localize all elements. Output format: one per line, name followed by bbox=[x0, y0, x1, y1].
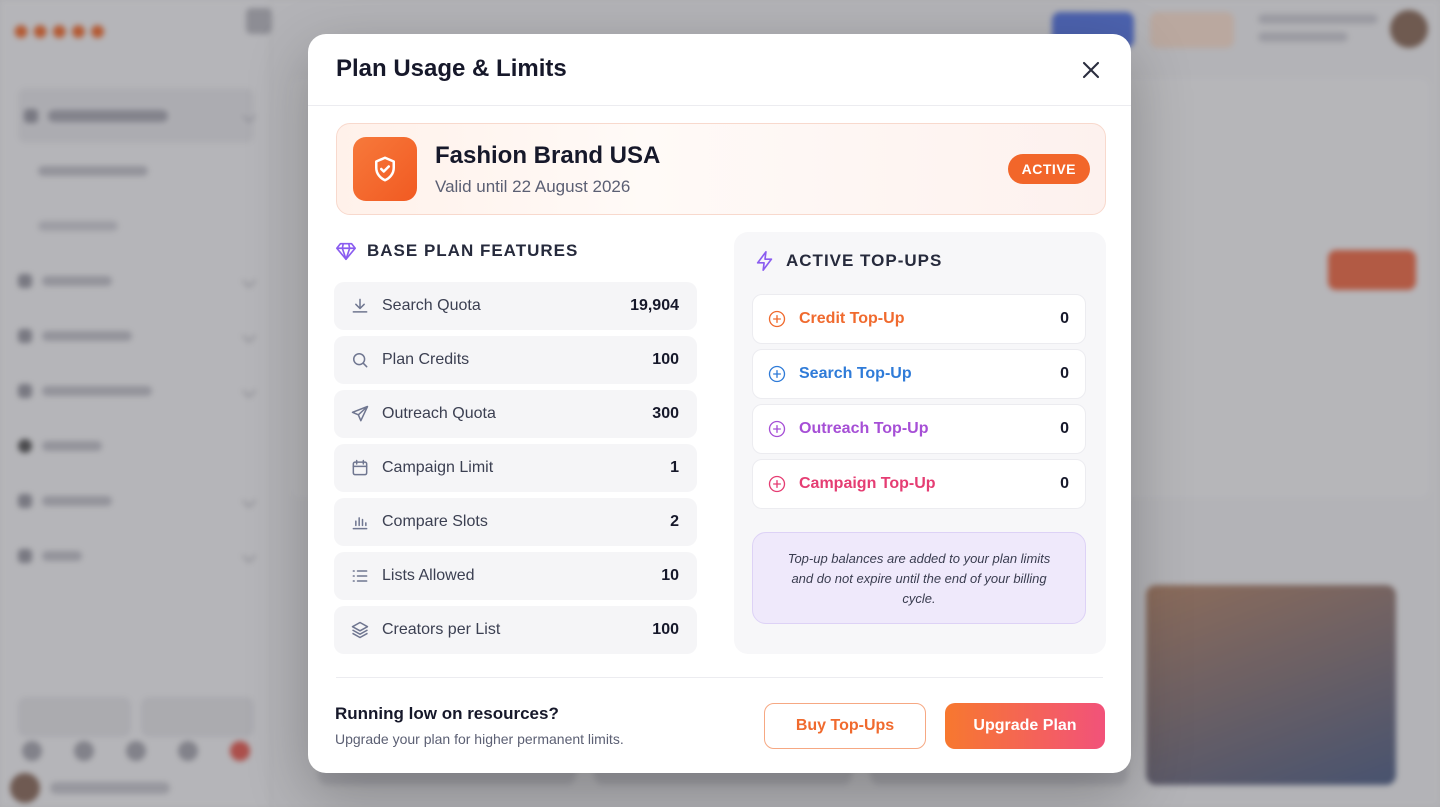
feature-row-campaign-limit: Campaign Limit 1 bbox=[334, 444, 697, 492]
topup-value: 0 bbox=[1060, 475, 1069, 492]
topup-label: Campaign Top-Up bbox=[799, 475, 936, 492]
topup-info-note: Top-up balances are added to your plan l… bbox=[752, 532, 1086, 624]
feature-value: 100 bbox=[652, 351, 679, 368]
feature-row-search-quota: Search Quota 19,904 bbox=[334, 282, 697, 330]
topup-row-search[interactable]: Search Top-Up 0 bbox=[752, 349, 1086, 399]
base-plan-title: BASE PLAN FEATURES bbox=[367, 241, 579, 260]
feature-value: 1 bbox=[670, 459, 679, 476]
close-icon bbox=[1082, 61, 1100, 79]
base-plan-heading: BASE PLAN FEATURES bbox=[335, 240, 578, 262]
feature-row-outreach-quota: Outreach Quota 300 bbox=[334, 390, 697, 438]
modal-title: Plan Usage & Limits bbox=[336, 55, 567, 82]
plus-circle-icon bbox=[768, 310, 786, 328]
topup-row-campaign[interactable]: Campaign Top-Up 0 bbox=[752, 459, 1086, 509]
topup-label: Outreach Top-Up bbox=[799, 420, 929, 437]
topup-row-outreach[interactable]: Outreach Top-Up 0 bbox=[752, 404, 1086, 454]
active-topups-title: ACTIVE TOP-UPS bbox=[786, 251, 943, 270]
feature-label: Search Quota bbox=[382, 297, 481, 314]
download-icon bbox=[352, 298, 368, 313]
bar-chart-icon bbox=[352, 517, 368, 530]
feature-value: 100 bbox=[652, 621, 679, 638]
plus-circle-icon bbox=[768, 365, 786, 383]
feature-value: 300 bbox=[652, 405, 679, 422]
modal-header: Plan Usage & Limits bbox=[308, 34, 1131, 106]
feature-label: Compare Slots bbox=[382, 513, 488, 530]
base-plan-feature-list: Search Quota 19,904 Plan Credits 100 Out… bbox=[334, 282, 697, 660]
active-topups-panel: ACTIVE TOP-UPS Credit Top-Up 0 Search To… bbox=[734, 232, 1106, 654]
upgrade-plan-button[interactable]: Upgrade Plan bbox=[945, 703, 1105, 749]
brand-logo bbox=[353, 137, 417, 201]
feature-value: 2 bbox=[670, 513, 679, 530]
plus-circle-icon bbox=[768, 475, 786, 493]
topup-value: 0 bbox=[1060, 310, 1069, 327]
topup-row-credit[interactable]: Credit Top-Up 0 bbox=[752, 294, 1086, 344]
topup-value: 0 bbox=[1060, 420, 1069, 437]
search-icon bbox=[353, 353, 368, 368]
topup-label: Credit Top-Up bbox=[799, 310, 905, 327]
feature-row-plan-credits: Plan Credits 100 bbox=[334, 336, 697, 384]
status-badge: ACTIVE bbox=[1007, 154, 1090, 184]
diamond-icon bbox=[336, 242, 356, 261]
footer-title: Running low on resources? bbox=[335, 704, 559, 723]
feature-row-creators-per-list: Creators per List 100 bbox=[334, 606, 697, 654]
brand-name: Fashion Brand USA bbox=[435, 142, 661, 169]
lightning-icon bbox=[756, 251, 773, 271]
feature-label: Plan Credits bbox=[382, 351, 470, 368]
brand-card: Fashion Brand USA Valid until 22 August … bbox=[336, 123, 1106, 215]
feature-row-lists-allowed: Lists Allowed 10 bbox=[334, 552, 697, 600]
buy-topups-button[interactable]: Buy Top-Ups bbox=[764, 703, 926, 749]
topup-list: Credit Top-Up 0 Search Top-Up 0 Outreach… bbox=[752, 294, 1086, 514]
shield-check-icon bbox=[375, 156, 395, 182]
layers-icon bbox=[351, 621, 369, 639]
footer-subtitle: Upgrade your plan for higher permanent l… bbox=[335, 731, 624, 747]
close-button[interactable] bbox=[1077, 56, 1105, 84]
feature-label: Creators per List bbox=[382, 621, 501, 638]
send-icon bbox=[351, 405, 369, 422]
plan-usage-modal: Plan Usage & Limits Fashion Brand USA Va… bbox=[308, 34, 1131, 773]
active-topups-heading: ACTIVE TOP-UPS bbox=[754, 250, 942, 272]
feature-value: 19,904 bbox=[630, 297, 679, 314]
list-icon bbox=[352, 570, 368, 582]
feature-row-compare-slots: Compare Slots 2 bbox=[334, 498, 697, 546]
topup-value: 0 bbox=[1060, 365, 1069, 382]
footer-divider bbox=[336, 677, 1103, 678]
topup-label: Search Top-Up bbox=[799, 365, 912, 382]
calendar-icon bbox=[352, 459, 368, 476]
feature-label: Lists Allowed bbox=[382, 567, 475, 584]
feature-value: 10 bbox=[661, 567, 679, 584]
feature-label: Outreach Quota bbox=[382, 405, 496, 422]
feature-label: Campaign Limit bbox=[382, 459, 494, 476]
plus-circle-icon bbox=[768, 420, 786, 438]
brand-valid-until: Valid until 22 August 2026 bbox=[435, 177, 631, 196]
